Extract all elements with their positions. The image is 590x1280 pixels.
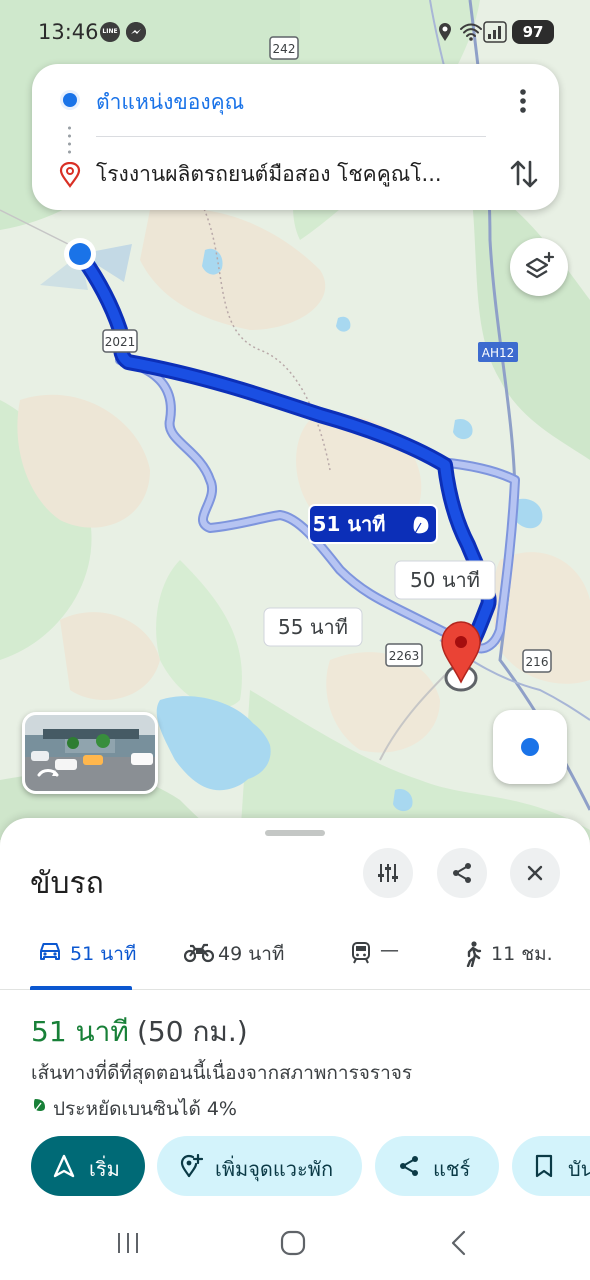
navigation-arrow-icon (53, 1154, 75, 1178)
svg-text:55 นาที: 55 นาที (278, 615, 348, 639)
road-shield-ah12: AH12 (478, 342, 518, 362)
sheet-drag-handle[interactable] (265, 830, 325, 836)
start-navigation-button[interactable]: เริ่ม (31, 1136, 145, 1196)
train-icon (352, 942, 370, 964)
svg-text:50 นาที: 50 นาที (410, 568, 480, 592)
route-connector (68, 124, 71, 154)
street-view-thumbnail[interactable] (22, 712, 158, 794)
home-icon[interactable] (280, 1230, 306, 1256)
svg-text:216: 216 (526, 655, 549, 669)
eco-leaf-icon (33, 1099, 45, 1113)
tab-drive[interactable]: 51 นาที (38, 938, 138, 970)
tab-walk[interactable]: 11 ชม. (463, 938, 563, 970)
destination-field[interactable]: โรงงานผลิตรถยนต์มือสอง โชคคูณโ... (96, 158, 486, 191)
location-status-icon (439, 23, 451, 41)
svg-text:2021: 2021 (105, 335, 136, 349)
divider (96, 136, 486, 137)
save-button[interactable]: บันทึก (512, 1136, 590, 1196)
my-location-icon (521, 738, 539, 756)
route-label-alt2[interactable]: 55 นาที (263, 607, 363, 647)
layers-icon (525, 251, 555, 279)
layers-button[interactable] (510, 238, 568, 296)
tab-motorcycle[interactable]: 49 นาที (184, 938, 294, 970)
route-distance: (50 กม.) (137, 1015, 248, 1048)
svg-text:2263: 2263 (389, 649, 420, 663)
route-description: เส้นทางที่ดีที่สุดตอนนี้เนื่องจากสภาพการ… (31, 1062, 413, 1084)
close-button[interactable] (510, 848, 560, 898)
directions-sheet: ขับรถ 51 นาที 49 นาที — 11 ชม. 51 นาที (… (0, 818, 590, 1280)
add-stop-button[interactable]: เพิ่มจุดแวะพัก (157, 1136, 362, 1196)
swap-icon[interactable] (507, 156, 541, 192)
sheet-title: ขับรถ (30, 866, 104, 901)
status-bar: 13:46 LINE 97 (0, 0, 590, 64)
wifi-icon (460, 23, 482, 41)
share-button[interactable]: แชร์ (375, 1136, 499, 1196)
close-icon (527, 865, 543, 881)
road-shield-2021: 2021 (102, 329, 138, 353)
route-label-primary[interactable]: 51 นาที (308, 504, 438, 544)
share-icon (400, 1156, 418, 1176)
svg-text:AH12: AH12 (482, 346, 515, 360)
clock: 13:46 (38, 20, 99, 44)
road-shield-216: 216 (522, 649, 552, 673)
share-route-button[interactable] (437, 848, 487, 898)
signal-icon (483, 21, 507, 43)
messenger-icon (126, 22, 146, 42)
origin-field[interactable]: ตำแหน่งของคุณ (96, 86, 244, 119)
motorcycle-icon (184, 943, 214, 963)
line-icon: LINE (100, 22, 120, 42)
tab-transit[interactable]: — (350, 938, 410, 970)
share-icon (453, 863, 471, 883)
route-label-alt1[interactable]: 50 นาที (394, 560, 496, 600)
walk-icon (466, 941, 482, 967)
road-shield-2263: 2263 (385, 643, 423, 667)
route-duration: 51 นาที (31, 1015, 129, 1048)
travel-mode-tabs: 51 นาที 49 นาที — 11 ชม. (0, 920, 590, 990)
active-tab-indicator (30, 986, 132, 990)
action-bar: เริ่ม เพิ่มจุดแวะพัก แชร์ บันทึก (0, 1136, 590, 1198)
eco-leaf-icon (412, 515, 430, 536)
tune-icon (378, 864, 398, 882)
car-icon (40, 943, 60, 960)
route-search-card: ตำแหน่งของคุณ โรงงานผลิตรถยนต์มือสอง โชค… (32, 64, 559, 210)
battery-indicator: 97 (512, 20, 554, 44)
origin-dot-icon (63, 93, 77, 107)
more-options-icon[interactable] (510, 84, 536, 118)
svg-text:51 นาที: 51 นาที (313, 512, 386, 536)
route-options-button[interactable] (363, 848, 413, 898)
system-navigation-bar (0, 1214, 590, 1280)
destination-pin-icon (59, 162, 81, 188)
recent-apps-icon[interactable] (115, 1230, 141, 1256)
add-stop-icon (180, 1154, 203, 1178)
bookmark-icon (535, 1154, 553, 1178)
my-location-button[interactable] (493, 710, 567, 784)
back-icon[interactable] (448, 1230, 470, 1256)
